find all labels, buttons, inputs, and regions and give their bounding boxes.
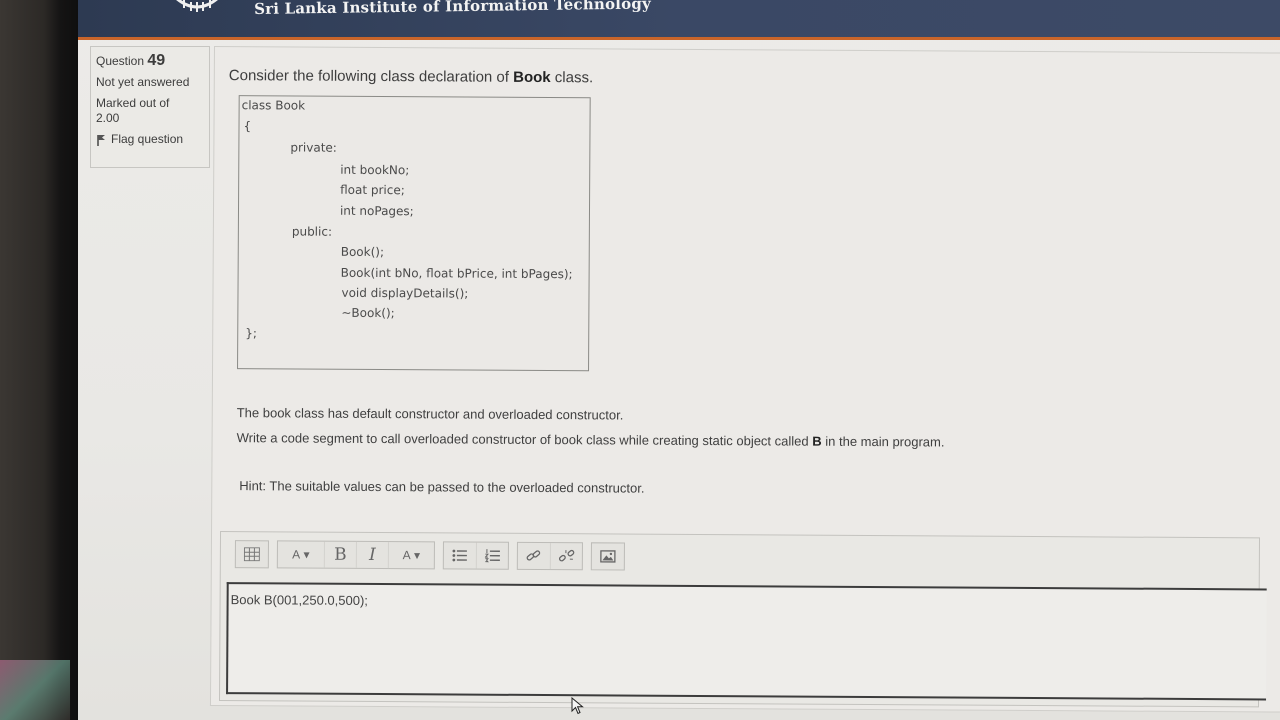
paragraph-style-button[interactable]: A ▾: [387, 542, 434, 569]
question-instruction-text: Write a code segment to call overloaded …: [236, 430, 813, 449]
insert-image-button[interactable]: [592, 543, 624, 569]
question-instruction-object: B: [812, 433, 822, 449]
code-line: int bookNo;: [340, 162, 410, 178]
toolbar-group-format: A ▾ B I A ▾: [276, 540, 435, 570]
code-line: private:: [290, 140, 337, 155]
code-line: };: [245, 326, 257, 341]
question-info-panel: Question 49 Not yet answered Marked out …: [90, 46, 210, 168]
question-number-value: 49: [147, 52, 166, 69]
unordered-list-button[interactable]: [444, 542, 476, 568]
ordered-list-button[interactable]: [475, 542, 508, 569]
marked-out-of-label: Marked out of: [96, 96, 170, 110]
chevron-down-icon: ▾: [303, 547, 310, 562]
italic-button[interactable]: I: [355, 541, 388, 569]
image-icon: [600, 550, 616, 563]
code-line: public:: [291, 224, 333, 239]
desk-background: [0, 660, 70, 720]
code-line: float price;: [340, 182, 405, 198]
code-line: void displayDetails();: [341, 285, 469, 301]
unlink-icon: [558, 549, 574, 562]
answer-editor: A ▾ B I A ▾ Book B(001,250.0,500);: [218, 531, 1267, 708]
toolbar-toggle-icon: [243, 547, 260, 562]
toolbar-group-links: [516, 541, 583, 571]
question-label: Question: [96, 54, 145, 68]
question-number: Question 49: [96, 53, 204, 69]
editor-toolbar: A ▾ B I A ▾: [221, 532, 1261, 582]
code-line: Book(int bNo, float bPrice, int bPages);: [340, 265, 573, 282]
unordered-list-icon: [452, 549, 467, 562]
flag-question-label: Flag question: [111, 132, 184, 146]
marked-out-of-value: 2.00: [96, 111, 120, 125]
question-description: The book class has default constructor a…: [236, 405, 624, 423]
mouse-cursor-icon: [571, 697, 584, 715]
link-icon: [526, 550, 541, 561]
code-line: int noPages;: [339, 203, 414, 219]
font-size-icon: A: [292, 547, 301, 562]
code-line: ~Book();: [341, 305, 395, 321]
question-intro-class-name: Book: [513, 68, 551, 87]
unlink-button[interactable]: [549, 543, 582, 570]
question-instruction-suffix: in the main program.: [821, 433, 945, 450]
toolbar-toggle-button[interactable]: [236, 541, 268, 567]
question-grade: Marked out of 2.00: [96, 96, 204, 126]
toolbar-group-lists: [442, 541, 509, 570]
toolbar-group-toggle: [234, 540, 269, 569]
insert-link-button[interactable]: [518, 543, 550, 569]
font-size-button[interactable]: A ▾: [278, 541, 324, 567]
flag-icon: [97, 134, 105, 146]
question-intro-suffix: class.: [550, 69, 594, 87]
code-line: Book();: [340, 244, 385, 260]
institution-name: Sri Lanka Institute of Information Techn…: [254, 0, 652, 18]
code-block: class Book { private: int bookNo; float …: [237, 95, 591, 372]
screen-bezel: [0, 0, 80, 720]
browser-page: Sri Lanka Institute of Information Techn…: [78, 0, 1280, 720]
code-line: {: [243, 119, 252, 134]
question-intro-text: Consider the following class declaration…: [228, 67, 514, 86]
bold-button[interactable]: B: [323, 541, 356, 568]
question-content: Consider the following class declaration…: [209, 46, 1280, 713]
question-hint: Hint: The suitable values can be passed …: [239, 478, 645, 496]
chevron-down-icon: ▾: [414, 548, 421, 563]
question-status: Not yet answered: [96, 75, 190, 89]
ordered-list-icon: [484, 549, 500, 563]
question-instruction: Write a code segment to call overloaded …: [237, 430, 945, 449]
code-line: class Book: [241, 98, 306, 113]
flag-question-link[interactable]: Flag question: [96, 132, 204, 147]
institution-logo: [176, 0, 218, 12]
toolbar-group-media: [590, 542, 625, 571]
paragraph-style-icon: A: [402, 548, 411, 563]
question-intro: Consider the following class declaration…: [229, 67, 593, 86]
site-header: Sri Lanka Institute of Information Techn…: [78, 0, 1280, 40]
answer-input[interactable]: Book B(001,250.0,500);: [226, 582, 1267, 701]
